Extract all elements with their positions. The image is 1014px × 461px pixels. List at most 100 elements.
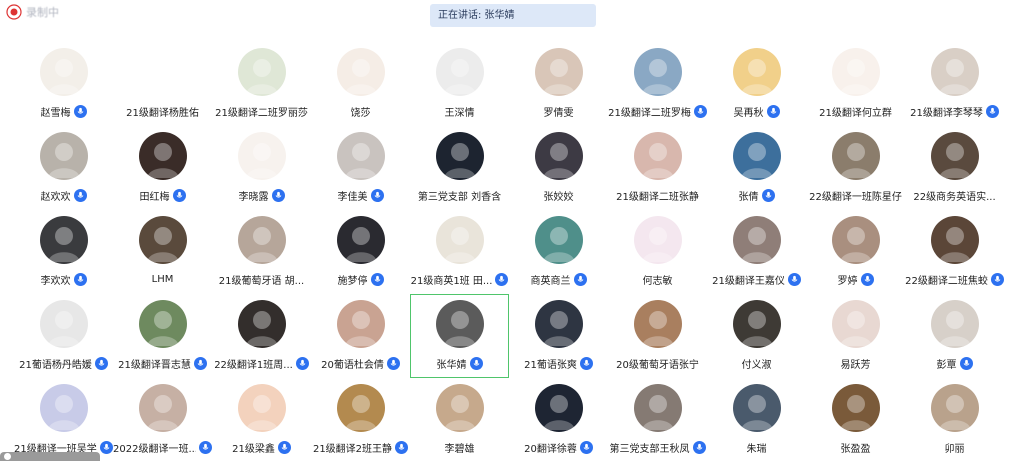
participant-label-row: 22级商务英语实... [913, 187, 995, 203]
participant-tile[interactable]: 21级翻译二班罗丽莎 [212, 44, 311, 128]
participant-tile[interactable]: 赵雪梅 [14, 44, 113, 128]
avatar [39, 216, 88, 264]
participant-tile[interactable]: 商英商兰 [509, 212, 608, 296]
avatar [39, 48, 88, 96]
participant-tile[interactable]: 21级翻译晋志慧 [113, 296, 212, 380]
participant-tile[interactable]: 田红梅 [113, 128, 212, 212]
participant-name: 付义淑 [741, 359, 772, 371]
avatar [138, 300, 187, 348]
participant-tile[interactable]: 朱瑞 [707, 380, 806, 461]
avatar-image-icon [245, 311, 278, 346]
microphone-icon [692, 440, 706, 454]
avatar [633, 300, 682, 348]
participant-tile[interactable]: 罗倩雯 [509, 44, 608, 128]
participant-name: 李佳美 [337, 191, 368, 203]
participant-name: 商英商兰 [530, 275, 571, 287]
participant-tile[interactable]: 20翻译徐蓉 [509, 380, 608, 461]
participant-tile[interactable]: 李晓露 [212, 128, 311, 212]
participant-tile[interactable]: 2022级翻译一班... [113, 380, 212, 461]
participant-tile[interactable]: 21级翻译二班张静 [608, 128, 707, 212]
participant-tile[interactable]: 张姣姣 [509, 128, 608, 212]
record-icon [6, 4, 22, 20]
participant-label-row: 张盈盈 [841, 439, 871, 455]
avatar [138, 48, 187, 96]
participant-label-row: 22级翻译1班周... [214, 355, 309, 371]
recording-indicator[interactable]: 录制中 [6, 4, 59, 20]
participant-tile[interactable]: 赵欢欢 [14, 128, 113, 212]
participant-tile[interactable]: 22级翻译二班焦蛟 [905, 212, 1004, 296]
avatar [435, 384, 484, 432]
participant-tile[interactable]: 李欢欢 [14, 212, 113, 296]
participant-tile[interactable]: 21级翻译李琴琴 [905, 44, 1004, 128]
participant-name: 赵雪梅 [40, 107, 71, 119]
avatar [633, 48, 682, 96]
avatar [831, 132, 880, 180]
participant-tile[interactable]: 21级翻译杨胜佑 [113, 44, 212, 128]
participant-tile[interactable]: 21葡语张爽 [509, 296, 608, 380]
microphone-icon [959, 356, 973, 370]
microphone-icon [370, 188, 384, 202]
avatar [435, 300, 484, 348]
participant-name: 21级梁鑫 [232, 443, 275, 455]
avatar-image-icon [839, 59, 872, 94]
participant-tile[interactable]: 21级翻译王嘉仪 [707, 212, 806, 296]
microphone-icon [199, 440, 212, 454]
participant-tile[interactable]: 卯丽 [905, 380, 1004, 461]
participant-label-row: 李佳美 [338, 187, 384, 203]
participant-tile[interactable]: 第三党支部 刘香含 [410, 128, 509, 212]
participant-tile[interactable]: 彭覃 [905, 296, 1004, 380]
participant-name: 张姣姣 [543, 191, 574, 203]
participant-tile[interactable]: LHM [113, 212, 212, 296]
avatar [831, 300, 880, 348]
participant-tile[interactable]: 王深情 [410, 44, 509, 128]
participant-tile[interactable]: 李碧雄 [410, 380, 509, 461]
participant-name: 20级葡萄牙语张宁 [616, 359, 699, 371]
participant-name: 李晓露 [238, 191, 269, 203]
participant-tile[interactable]: 张华婧 [410, 294, 509, 380]
avatar-image-icon [839, 395, 872, 430]
participant-tile[interactable]: 何志敏 [608, 212, 707, 296]
participant-label-row: 张姣姣 [544, 187, 574, 203]
participant-tile[interactable]: 21级翻译2班王静 [311, 380, 410, 461]
microphone-icon [579, 356, 593, 370]
avatar-image-icon [938, 311, 971, 346]
participant-tile[interactable]: 罗婷 [806, 212, 905, 296]
participant-name: 22级商务英语实... [913, 191, 996, 203]
avatar-image-icon [47, 227, 80, 262]
avatar [831, 216, 880, 264]
avatar [336, 48, 385, 96]
avatar [633, 384, 682, 432]
participant-name: 施梦停 [337, 275, 368, 287]
participant-tile[interactable]: 22级翻译一班陈星仔 [806, 128, 905, 212]
participant-label-row: 赵雪梅 [41, 103, 87, 119]
bottom-toolbar[interactable] [0, 452, 100, 461]
participant-tile[interactable]: 21葡语杨丹皓媛 [14, 296, 113, 380]
participant-tile[interactable]: 21级梁鑫 [212, 380, 311, 461]
participant-tile[interactable]: 饶莎 [311, 44, 410, 128]
participant-tile[interactable]: 吴再秋 [707, 44, 806, 128]
avatar-image-icon [47, 395, 80, 430]
participant-label-row: 付义淑 [742, 355, 772, 371]
participant-tile[interactable]: 22级翻译1班周... [212, 296, 311, 380]
participant-label-row: 21葡语杨丹皓媛 [19, 355, 108, 371]
participant-tile[interactable]: 易跃芳 [806, 296, 905, 380]
participant-tile[interactable]: 张盈盈 [806, 380, 905, 461]
participant-tile[interactable]: 21级葡萄牙语 胡... [212, 212, 311, 296]
participant-tile[interactable]: 第三党支部王秋凤 [608, 380, 707, 461]
participant-tile[interactable]: 21级翻译一班吴学兰 [14, 380, 113, 461]
participant-name: 21级翻译2班王静 [312, 443, 393, 455]
participant-tile[interactable]: 22级商务英语实... [905, 128, 1004, 212]
avatar [534, 300, 583, 348]
participant-tile[interactable]: 张倩 [707, 128, 806, 212]
avatar-image-icon [47, 59, 80, 94]
participant-tile[interactable]: 李佳美 [311, 128, 410, 212]
participant-tile[interactable]: 20葡语杜会倩 [311, 296, 410, 380]
avatar-image-icon [641, 59, 674, 94]
participant-tile[interactable]: 20级葡萄牙语张宁 [608, 296, 707, 380]
participant-tile[interactable]: 施梦停 [311, 212, 410, 296]
participant-tile[interactable]: 21级翻译何立群 [806, 44, 905, 128]
participant-tile[interactable]: 付义淑 [707, 296, 806, 380]
microphone-icon [495, 272, 509, 286]
participant-tile[interactable]: 21级翻译二班罗梅 [608, 44, 707, 128]
participant-tile[interactable]: 21级商英1班 田... [410, 212, 509, 296]
